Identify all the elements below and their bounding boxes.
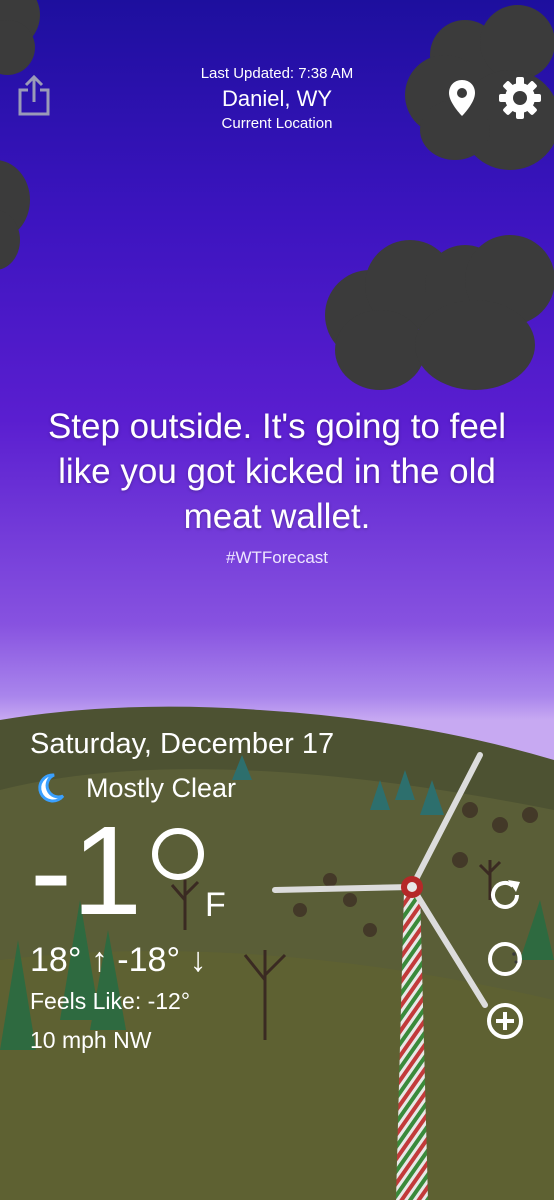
refresh-button[interactable] [486, 876, 524, 914]
cloud-middle-right [325, 230, 554, 400]
degree-symbol [152, 828, 204, 880]
location-button[interactable] [446, 78, 478, 118]
cloud-left [0, 150, 40, 280]
hashtag[interactable]: #WTForecast [0, 548, 554, 568]
condition-label: Mostly Clear [86, 772, 237, 803]
refresh-icon [491, 880, 520, 909]
wind-turbine [272, 752, 488, 1200]
forecast-message: Step outside. It's going to feel like yo… [47, 407, 507, 536]
forecast-date: Saturday, December 17 [30, 728, 335, 760]
wind-info: 10 mph NW [30, 1027, 152, 1053]
gear-icon [499, 77, 541, 119]
high-low-temperature: 18° ↑ -18° ↓ [30, 941, 207, 979]
temperature-unit: F [205, 886, 226, 924]
top-bar: Last Updated: 7:38 AM Daniel, WY Current… [0, 0, 554, 160]
add-icon [487, 1003, 523, 1039]
moon-phase-icon [488, 942, 522, 976]
location-pin-icon [449, 80, 475, 116]
moon-phase-button[interactable] [486, 940, 524, 978]
current-temperature: -1 [30, 800, 143, 941]
add-location-button[interactable] [486, 1002, 524, 1040]
settings-button[interactable] [498, 76, 542, 120]
feels-like: Feels Like: -12° [30, 988, 191, 1014]
